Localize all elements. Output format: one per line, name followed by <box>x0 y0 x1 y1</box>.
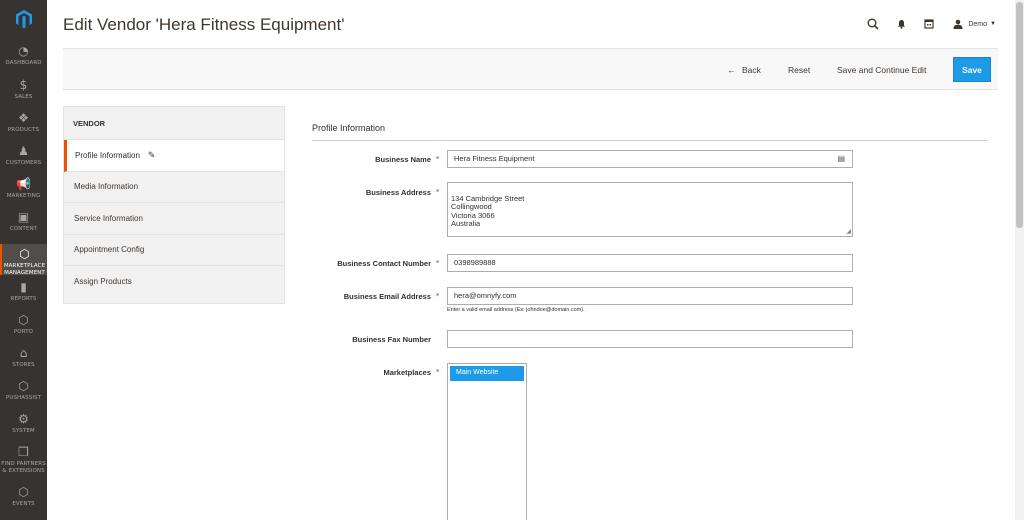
nav-item-stores[interactable]: ⌂ Stores <box>0 347 47 369</box>
bell-icon[interactable] <box>887 15 915 33</box>
nav-item-label: Events <box>12 501 35 507</box>
fax-input[interactable] <box>447 330 853 348</box>
save-and-continue-button[interactable]: Save and Continue Edit <box>837 59 926 81</box>
tab-service-information[interactable]: Service Information <box>64 203 284 235</box>
page-title: Edit Vendor 'Hera Fitness Equipment' <box>63 15 345 34</box>
nav-item-label: Dashboard <box>5 60 42 66</box>
business-address-textarea[interactable]: 134 Cambridge Street Collingwood Victori… <box>447 182 853 237</box>
layout-icon: ▣ <box>17 210 30 224</box>
marketplaces-label: Marketplaces <box>383 368 431 377</box>
business-name-value: Hera Fitness Equipment <box>454 154 535 163</box>
required-marker: * <box>436 155 440 164</box>
nav-item-pushassist[interactable]: ⬡ Pushassist <box>0 380 47 402</box>
gear-icon: ⚙ <box>18 412 29 426</box>
business-name-input[interactable]: Hera Fitness Equipment ▤ <box>447 150 853 168</box>
marketplace-option[interactable]: Main Website <box>450 366 524 381</box>
save-button[interactable]: Save <box>953 57 991 82</box>
section-divider <box>312 140 988 141</box>
page-scrollbar[interactable] <box>1015 0 1024 520</box>
storefront-icon: ⌂ <box>19 346 28 360</box>
nav-item-dashboard[interactable]: ◔ Dashboard <box>0 45 47 67</box>
contact-number-input[interactable]: 0398989888 <box>447 254 853 272</box>
chevron-down-icon: ▼ <box>990 21 996 27</box>
required-marker: * <box>436 368 440 377</box>
resize-handle-icon[interactable]: ◢ <box>846 229 851 235</box>
nav-item-products[interactable]: ❖ Products <box>0 112 47 134</box>
cube-icon: ❖ <box>18 111 29 125</box>
speedometer-icon: ◔ <box>18 44 29 58</box>
page-actions-bar: ← Back Reset Save and Continue Edit Save <box>63 48 998 90</box>
vendor-tabs: Vendor Profile Information ✎ Media Infor… <box>63 106 285 304</box>
nav-item-label: Sales <box>14 94 33 100</box>
dollar-icon: $ <box>19 78 28 92</box>
nav-item-label: Find Partners & Extensions <box>1 461 46 474</box>
marketplaces-multiselect[interactable]: Main Website <box>447 363 527 520</box>
nav-item-label: System <box>12 428 35 434</box>
business-address-value: 134 Cambridge Street Collingwood Victori… <box>451 193 525 228</box>
email-label: Business Email Address <box>343 292 431 301</box>
fax-label: Business Fax Number <box>352 335 431 344</box>
nav-item-label: Content <box>9 226 38 232</box>
business-name-label: Business Name <box>375 155 431 164</box>
email-input[interactable]: hera@omnyfy.com <box>447 287 853 305</box>
reset-button[interactable]: Reset <box>788 59 810 81</box>
nav-item-sales[interactable]: $ Sales <box>0 79 47 101</box>
email-hint: Enter a valid email address (Ex: johndoe… <box>447 307 585 313</box>
magento-logo[interactable] <box>0 0 47 38</box>
contact-number-value: 0398989888 <box>454 258 496 267</box>
back-label: Back <box>742 65 761 75</box>
nav-item-system[interactable]: ⚙ System <box>0 413 47 435</box>
hexagon-icon: ⬡ <box>18 379 29 393</box>
required-marker: * <box>436 188 440 197</box>
email-value: hera@omnyfy.com <box>454 291 517 300</box>
boxes-icon: ❒ <box>18 445 29 459</box>
required-marker: * <box>436 259 440 268</box>
hexagon-icon: ⬡ <box>18 485 29 499</box>
arrow-left-icon: ← <box>727 65 736 75</box>
required-marker: * <box>436 292 440 301</box>
logo-icon <box>15 10 32 29</box>
section-title: Profile Information <box>312 123 386 133</box>
header-actions: Demo ▼ <box>859 15 996 33</box>
user-icon <box>953 19 963 29</box>
contact-number-label: Business Contact Number <box>337 259 431 268</box>
back-button[interactable]: ← Back <box>727 59 761 81</box>
nav-item-label: Pushassist <box>5 395 42 401</box>
scrollbar-thumb[interactable] <box>1016 2 1023 228</box>
contact-card-icon: ▤ <box>837 154 845 163</box>
calendar-icon[interactable] <box>915 15 943 33</box>
search-icon[interactable] <box>859 15 887 33</box>
user-name: Demo <box>968 20 988 28</box>
tabs-heading: Vendor <box>64 107 284 140</box>
nav-item-events[interactable]: ⬡ Events <box>0 486 47 508</box>
nav-item-content[interactable]: ▣ Content <box>0 211 47 233</box>
user-menu[interactable]: Demo ▼ <box>953 19 996 29</box>
nav-item-label: Products <box>7 127 40 133</box>
hexagon-icon: ⬡ <box>18 313 29 327</box>
business-address-label: Business Address <box>365 188 431 197</box>
nav-item-porto[interactable]: ⬡ Porto <box>0 314 47 336</box>
nav-item-find-partners-extensions[interactable]: ❒ Find Partners & Extensions <box>0 446 47 474</box>
